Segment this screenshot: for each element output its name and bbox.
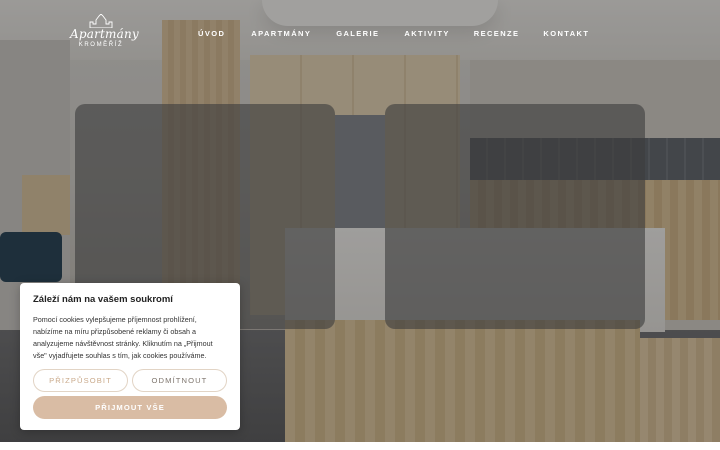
nav-item-apartmany[interactable]: APARTMÁNY: [251, 29, 311, 38]
cookie-button-row: PŘIZPŮSOBIT ODMÍTNOUT: [33, 369, 227, 392]
cookie-consent-dialog: Záleží nám na vašem soukromí Pomocí cook…: [20, 283, 240, 430]
nav-item-galerie[interactable]: GALERIE: [336, 29, 379, 38]
apartment-card-right[interactable]: [385, 104, 645, 329]
site-logo[interactable]: Apartmány KROMĚŘÍŽ: [70, 14, 139, 56]
reject-button[interactable]: ODMÍTNOUT: [132, 369, 227, 392]
cookie-description: Pomocí cookies vylepšujeme příjemnost pr…: [33, 315, 213, 360]
castle-icon: [89, 14, 113, 28]
logo-subtitle: KROMĚŘÍŽ: [78, 42, 124, 48]
nav-item-uvod[interactable]: ÚVOD: [198, 29, 225, 38]
accept-all-button[interactable]: PŘIJMOUT VŠE: [33, 396, 227, 419]
nav-item-aktivity[interactable]: AKTIVITY: [404, 29, 449, 38]
nav-item-recenze[interactable]: RECENZE: [474, 29, 520, 38]
customize-button[interactable]: PŘIZPŮSOBIT: [33, 369, 128, 392]
cookie-title: Záleží nám na vašem soukromí: [33, 294, 173, 305]
main-nav: ÚVOD APARTMÁNY GALERIE AKTIVITY RECENZE …: [190, 29, 589, 38]
nav-item-kontakt[interactable]: KONTAKT: [543, 29, 589, 38]
logo-title: Apartmány: [70, 27, 139, 41]
